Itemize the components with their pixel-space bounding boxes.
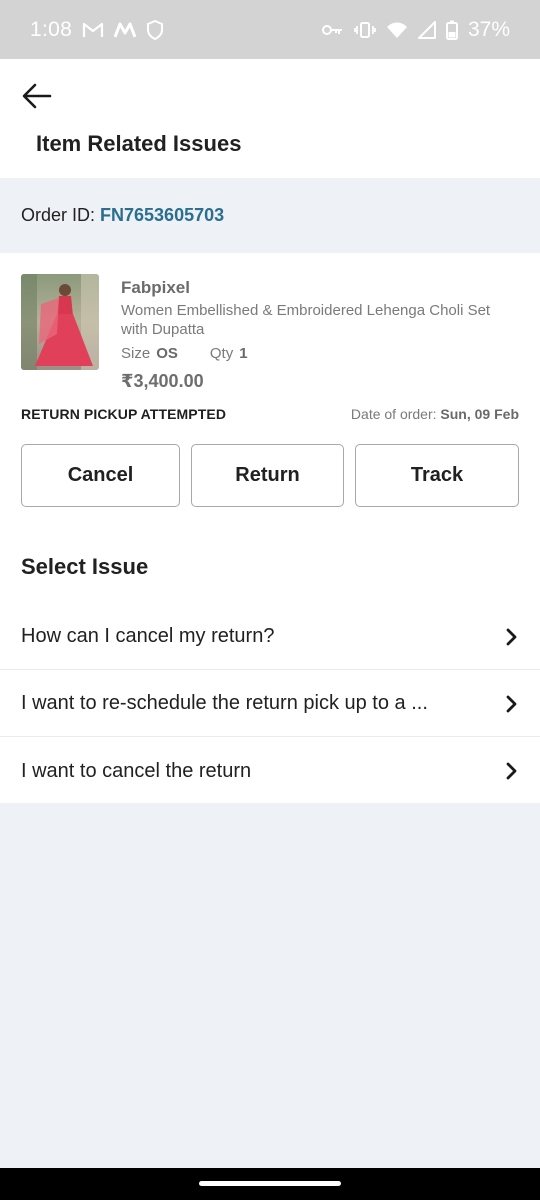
size-value: OS <box>156 345 178 362</box>
shield-icon <box>146 19 164 40</box>
order-date: Date of order: Sun, 09 Feb <box>351 406 519 422</box>
size-label: Size <box>121 345 151 362</box>
order-id-label: Order ID: <box>21 205 96 225</box>
product-name: Women Embellished & Embroidered Lehenga … <box>121 302 491 338</box>
issue-row[interactable]: How can I cancel my return? <box>0 604 540 670</box>
back-button[interactable] <box>20 79 54 113</box>
home-gesture-handle[interactable] <box>199 1181 341 1186</box>
order-date-value: Sun, 09 Feb <box>440 406 519 422</box>
chevron-right-icon <box>505 694 519 714</box>
product-thumbnail[interactable] <box>21 274 99 370</box>
issue-text: I want to cancel the return <box>21 759 252 782</box>
arrow-left-icon <box>20 83 54 117</box>
wifi-icon <box>386 21 408 39</box>
page-title: Item Related Issues <box>36 131 242 156</box>
order-status: RETURN PICKUP ATTEMPTED <box>21 406 227 422</box>
chevron-right-icon <box>505 627 519 647</box>
status-time: 1:08 <box>30 17 73 41</box>
myntra-icon <box>114 22 137 38</box>
qty-label: Qty <box>209 345 234 362</box>
key-icon <box>321 23 344 37</box>
issue-row[interactable]: I want to re-schedule the return pick up… <box>0 671 540 737</box>
chevron-right-icon <box>505 761 519 781</box>
issue-text: How can I cancel my return? <box>21 625 275 647</box>
track-button[interactable]: Track <box>355 444 519 507</box>
product-price: ₹3,400.00 <box>121 371 204 391</box>
vibrate-icon <box>354 21 376 39</box>
size-qty: Size OS Qty 1 <box>121 345 248 362</box>
status-bar: 1:08 37% <box>0 0 540 59</box>
app-header: Item Related Issues <box>0 59 540 178</box>
qty-value: 1 <box>239 345 248 362</box>
return-button[interactable]: Return <box>191 444 344 507</box>
order-id-value[interactable]: FN7653605703 <box>100 205 224 226</box>
issue-row[interactable]: I want to cancel the return <box>0 738 540 804</box>
order-id-strip: Order ID: FN7653605703 <box>0 178 540 253</box>
battery-percent: 37% <box>467 17 510 41</box>
order-card: Fabpixel Women Embellished & Embroidered… <box>0 253 540 530</box>
battery-icon <box>445 20 458 40</box>
gmail-icon <box>82 21 104 39</box>
product-brand: Fabpixel <box>121 278 190 297</box>
signal-icon <box>417 20 436 39</box>
navigation-bar <box>0 1168 540 1200</box>
order-date-label: Date of order: <box>350 406 437 422</box>
select-issue-heading: Select Issue <box>21 554 149 579</box>
cancel-button[interactable]: Cancel <box>21 444 180 507</box>
issue-text: I want to re-schedule the return pick up… <box>21 692 428 714</box>
select-issue-section: Select Issue How can I cancel my return?… <box>0 530 540 803</box>
